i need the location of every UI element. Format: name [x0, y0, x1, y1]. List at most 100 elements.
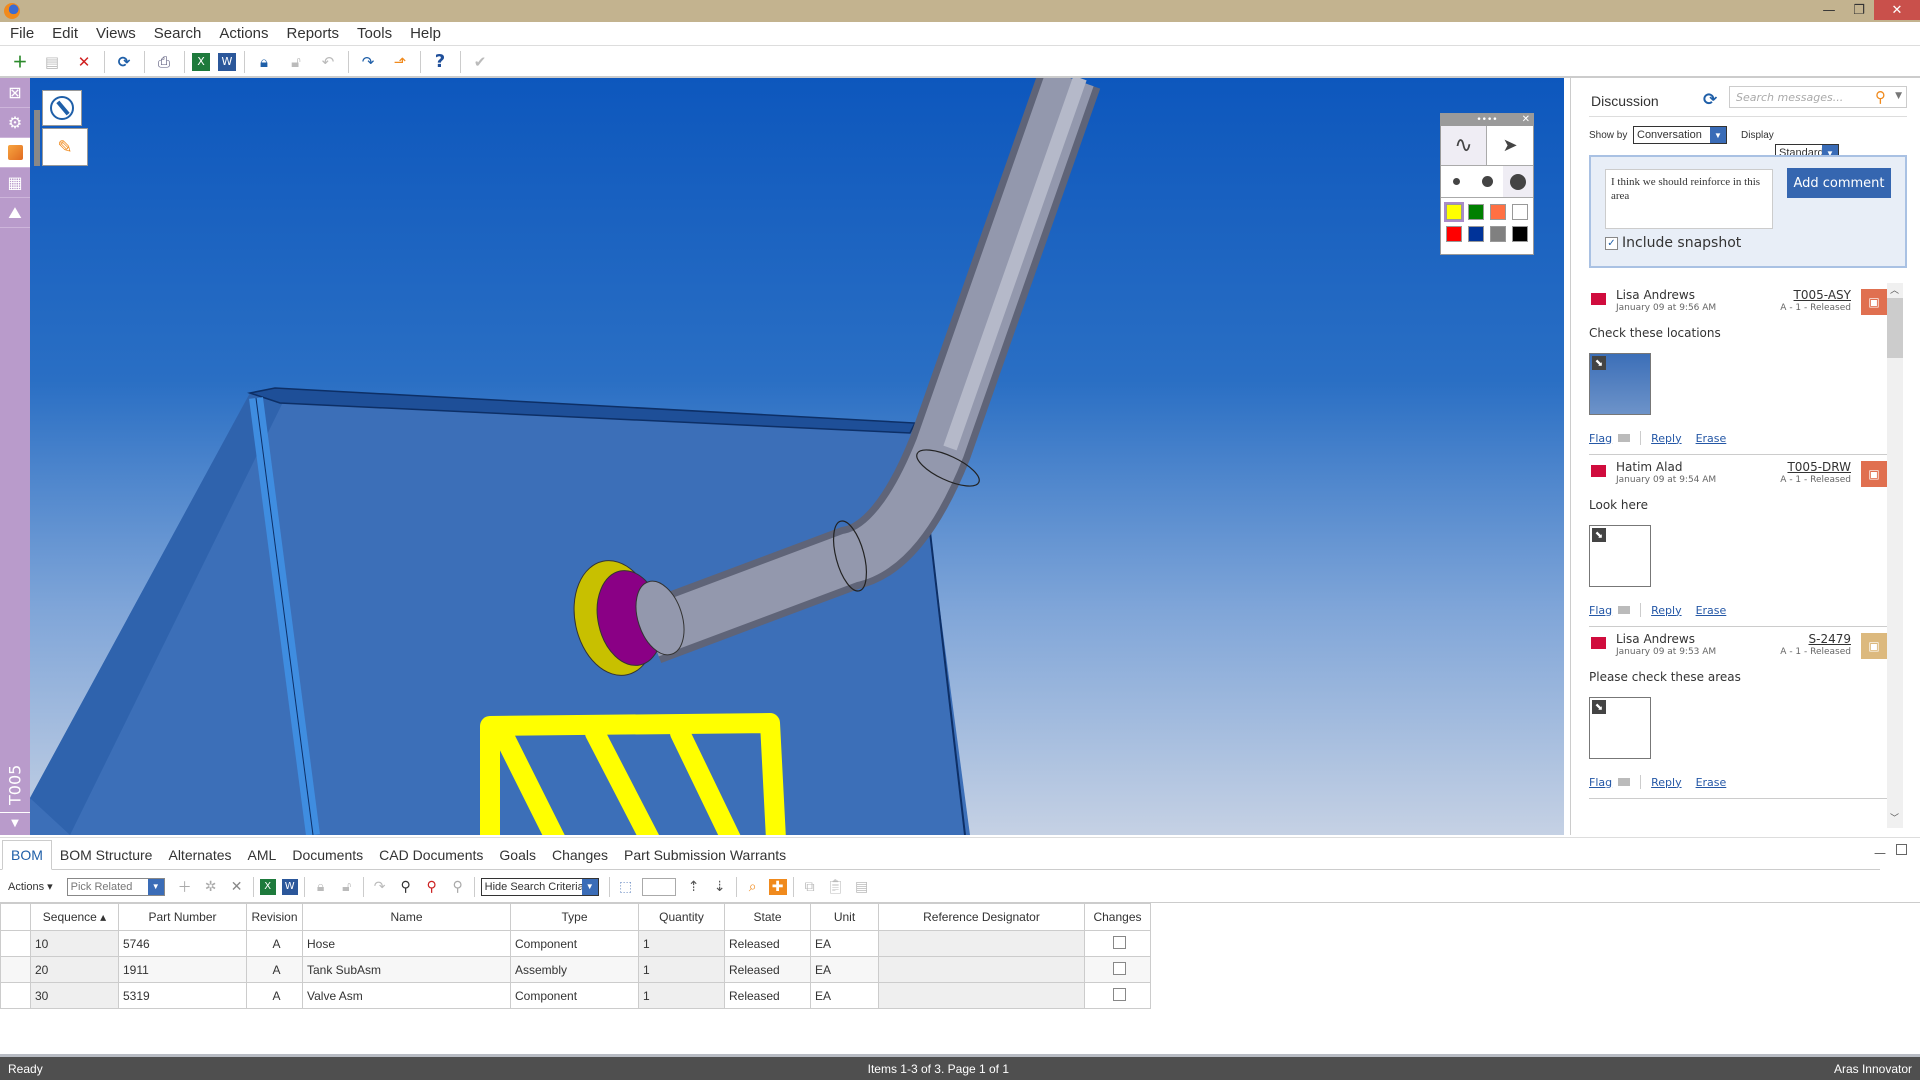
word-icon[interactable]: W — [281, 878, 298, 895]
item-type-icon[interactable]: ▣ — [1861, 289, 1887, 315]
reply-link[interactable]: Reply — [1651, 776, 1681, 789]
cell-sequence[interactable]: 20 — [30, 956, 119, 983]
unlock-icon[interactable]: 🔓︎ — [284, 50, 308, 74]
tab-goals[interactable]: Goals — [491, 847, 544, 869]
search-options-icon[interactable]: ⚲ — [448, 877, 468, 897]
brush-size-small[interactable] — [1441, 166, 1472, 197]
add-comment-button[interactable]: Add comment — [1787, 168, 1891, 198]
flag-link[interactable]: Flag — [1589, 776, 1612, 789]
sidebar-item-overview[interactable]: ⊠ — [0, 78, 30, 108]
minimize-button[interactable]: — — [1812, 0, 1846, 20]
message-item-link[interactable]: T005-ASY — [1794, 288, 1851, 302]
cell-revision[interactable]: A — [246, 956, 303, 983]
close-window-button[interactable]: ✕ — [1874, 0, 1920, 20]
chevron-down-icon[interactable]: ▼ — [1895, 91, 1902, 101]
cell-part-number[interactable]: 5319 — [118, 982, 247, 1009]
cell-sequence[interactable]: 10 — [30, 930, 119, 957]
markup-mode-button[interactable]: ✎ — [42, 128, 88, 166]
tab-aml[interactable]: AML — [240, 847, 285, 869]
menu-edit[interactable]: Edit — [52, 25, 78, 42]
menu-reports[interactable]: Reports — [287, 25, 340, 42]
menu-search[interactable]: Search — [154, 25, 202, 42]
sidebar-item-settings[interactable]: ⚙ — [0, 108, 30, 138]
help-icon[interactable]: ? — [428, 50, 452, 74]
maximize-panel-icon[interactable] — [1896, 844, 1907, 855]
checkbox[interactable]: ✓ — [1605, 236, 1618, 250]
column-header[interactable]: Reference Designator — [878, 903, 1085, 931]
palette-close-icon[interactable]: ✕ — [1522, 114, 1530, 125]
reply-link[interactable]: Reply — [1651, 604, 1681, 617]
snapshot-thumbnail[interactable]: ⬊ — [1589, 525, 1651, 587]
version-icon[interactable]: ↷ — [356, 50, 380, 74]
message-item-link[interactable]: S-2479 — [1809, 632, 1852, 646]
color-swatch[interactable] — [1468, 204, 1484, 220]
page-size-input[interactable] — [641, 877, 676, 896]
refresh-icon[interactable]: ⟳ — [112, 50, 136, 74]
row-selector[interactable] — [0, 930, 31, 957]
document-icon[interactable]: ▤ — [852, 877, 872, 897]
message-item-link[interactable]: T005-DRW — [1787, 460, 1851, 474]
select-all-icon[interactable]: ⬚ — [616, 877, 636, 897]
cell-name[interactable]: Valve Asm — [302, 982, 511, 1009]
cell-ref-designator[interactable] — [878, 956, 1085, 983]
flag-link[interactable]: Flag — [1589, 604, 1612, 617]
cell-part-number[interactable]: 5746 — [118, 930, 247, 957]
cell-name[interactable]: Hose — [302, 930, 511, 957]
column-header[interactable]: Name — [302, 903, 511, 931]
delete-icon[interactable]: ✕ — [227, 877, 247, 897]
search-messages-input[interactable]: Search messages... ⚲ ▼ — [1729, 86, 1907, 108]
new-icon[interactable]: ＋ — [8, 50, 32, 74]
clear-search-icon[interactable]: ⚲ — [422, 877, 442, 897]
done-icon[interactable]: ✔ — [468, 50, 492, 74]
column-header[interactable]: Unit — [810, 903, 879, 931]
menu-tools[interactable]: Tools — [357, 25, 392, 42]
lock-icon[interactable]: 🔒︎ — [252, 50, 276, 74]
brush-size-large[interactable] — [1503, 166, 1533, 197]
sort-ascending-icon[interactable]: ⇡ — [684, 877, 704, 897]
save-icon[interactable]: ▤ — [40, 50, 64, 74]
add-row-icon[interactable]: ＋ — [175, 877, 195, 897]
cell-type[interactable]: Assembly — [510, 956, 639, 983]
brush-size-medium[interactable] — [1472, 166, 1503, 197]
print-icon[interactable]: ⎙ — [152, 50, 176, 74]
actions-menu[interactable]: Actions ▾ — [8, 880, 53, 893]
erase-link[interactable]: Erase — [1696, 604, 1727, 617]
cell-revision[interactable]: A — [246, 930, 303, 957]
refresh-icon[interactable]: ⟳ — [1703, 90, 1717, 110]
color-swatch[interactable] — [1512, 226, 1528, 242]
snapshot-thumbnail[interactable]: ⬊ — [1589, 697, 1651, 759]
menu-actions[interactable]: Actions — [219, 25, 268, 42]
sidebar-item-label[interactable]: T005 — [0, 760, 30, 810]
color-swatch[interactable] — [1490, 226, 1506, 242]
item-type-icon[interactable]: ▣ — [1861, 633, 1887, 659]
undo-icon[interactable]: ↶ — [316, 50, 340, 74]
excel-icon[interactable]: X — [192, 52, 210, 71]
changes-checkbox[interactable] — [1113, 961, 1126, 975]
tab-bom[interactable]: BOM — [2, 840, 52, 870]
sidebar-item-image[interactable]: ⛰ — [0, 198, 30, 228]
cell-type[interactable]: Component — [510, 982, 639, 1009]
3d-viewer[interactable]: ✎ — [30, 78, 1564, 835]
column-header[interactable]: Changes — [1084, 903, 1151, 931]
cell-revision[interactable]: A — [246, 982, 303, 1009]
row-selector[interactable] — [0, 956, 31, 983]
item-type-icon[interactable]: ▣ — [1861, 461, 1887, 487]
cell-state[interactable]: Released — [724, 930, 811, 957]
promote-icon[interactable]: ⬏ — [388, 50, 412, 74]
changes-checkbox[interactable] — [1113, 987, 1126, 1001]
unlock-icon[interactable]: 🔓︎ — [337, 877, 357, 897]
column-header[interactable]: Sequence ▴ — [30, 903, 119, 931]
cell-quantity[interactable]: 1 — [638, 982, 725, 1009]
message-list-scrollbar[interactable]: ︿ ﹀ — [1887, 283, 1903, 828]
structure-icon[interactable]: ✚ — [768, 878, 787, 895]
tab-changes[interactable]: Changes — [544, 847, 616, 869]
flag-link[interactable]: Flag — [1589, 432, 1612, 445]
viewer-tools-handle[interactable] — [34, 110, 40, 166]
copy-icon[interactable]: ⧉ — [800, 877, 820, 897]
tab-bom-structure[interactable]: BOM Structure — [52, 847, 161, 869]
tab-documents[interactable]: Documents — [284, 847, 371, 869]
restore-button[interactable]: ❐ — [1842, 0, 1876, 20]
column-header[interactable]: Type — [510, 903, 639, 931]
cell-state[interactable]: Released — [724, 956, 811, 983]
search-run-icon[interactable]: ⚲ — [396, 877, 416, 897]
